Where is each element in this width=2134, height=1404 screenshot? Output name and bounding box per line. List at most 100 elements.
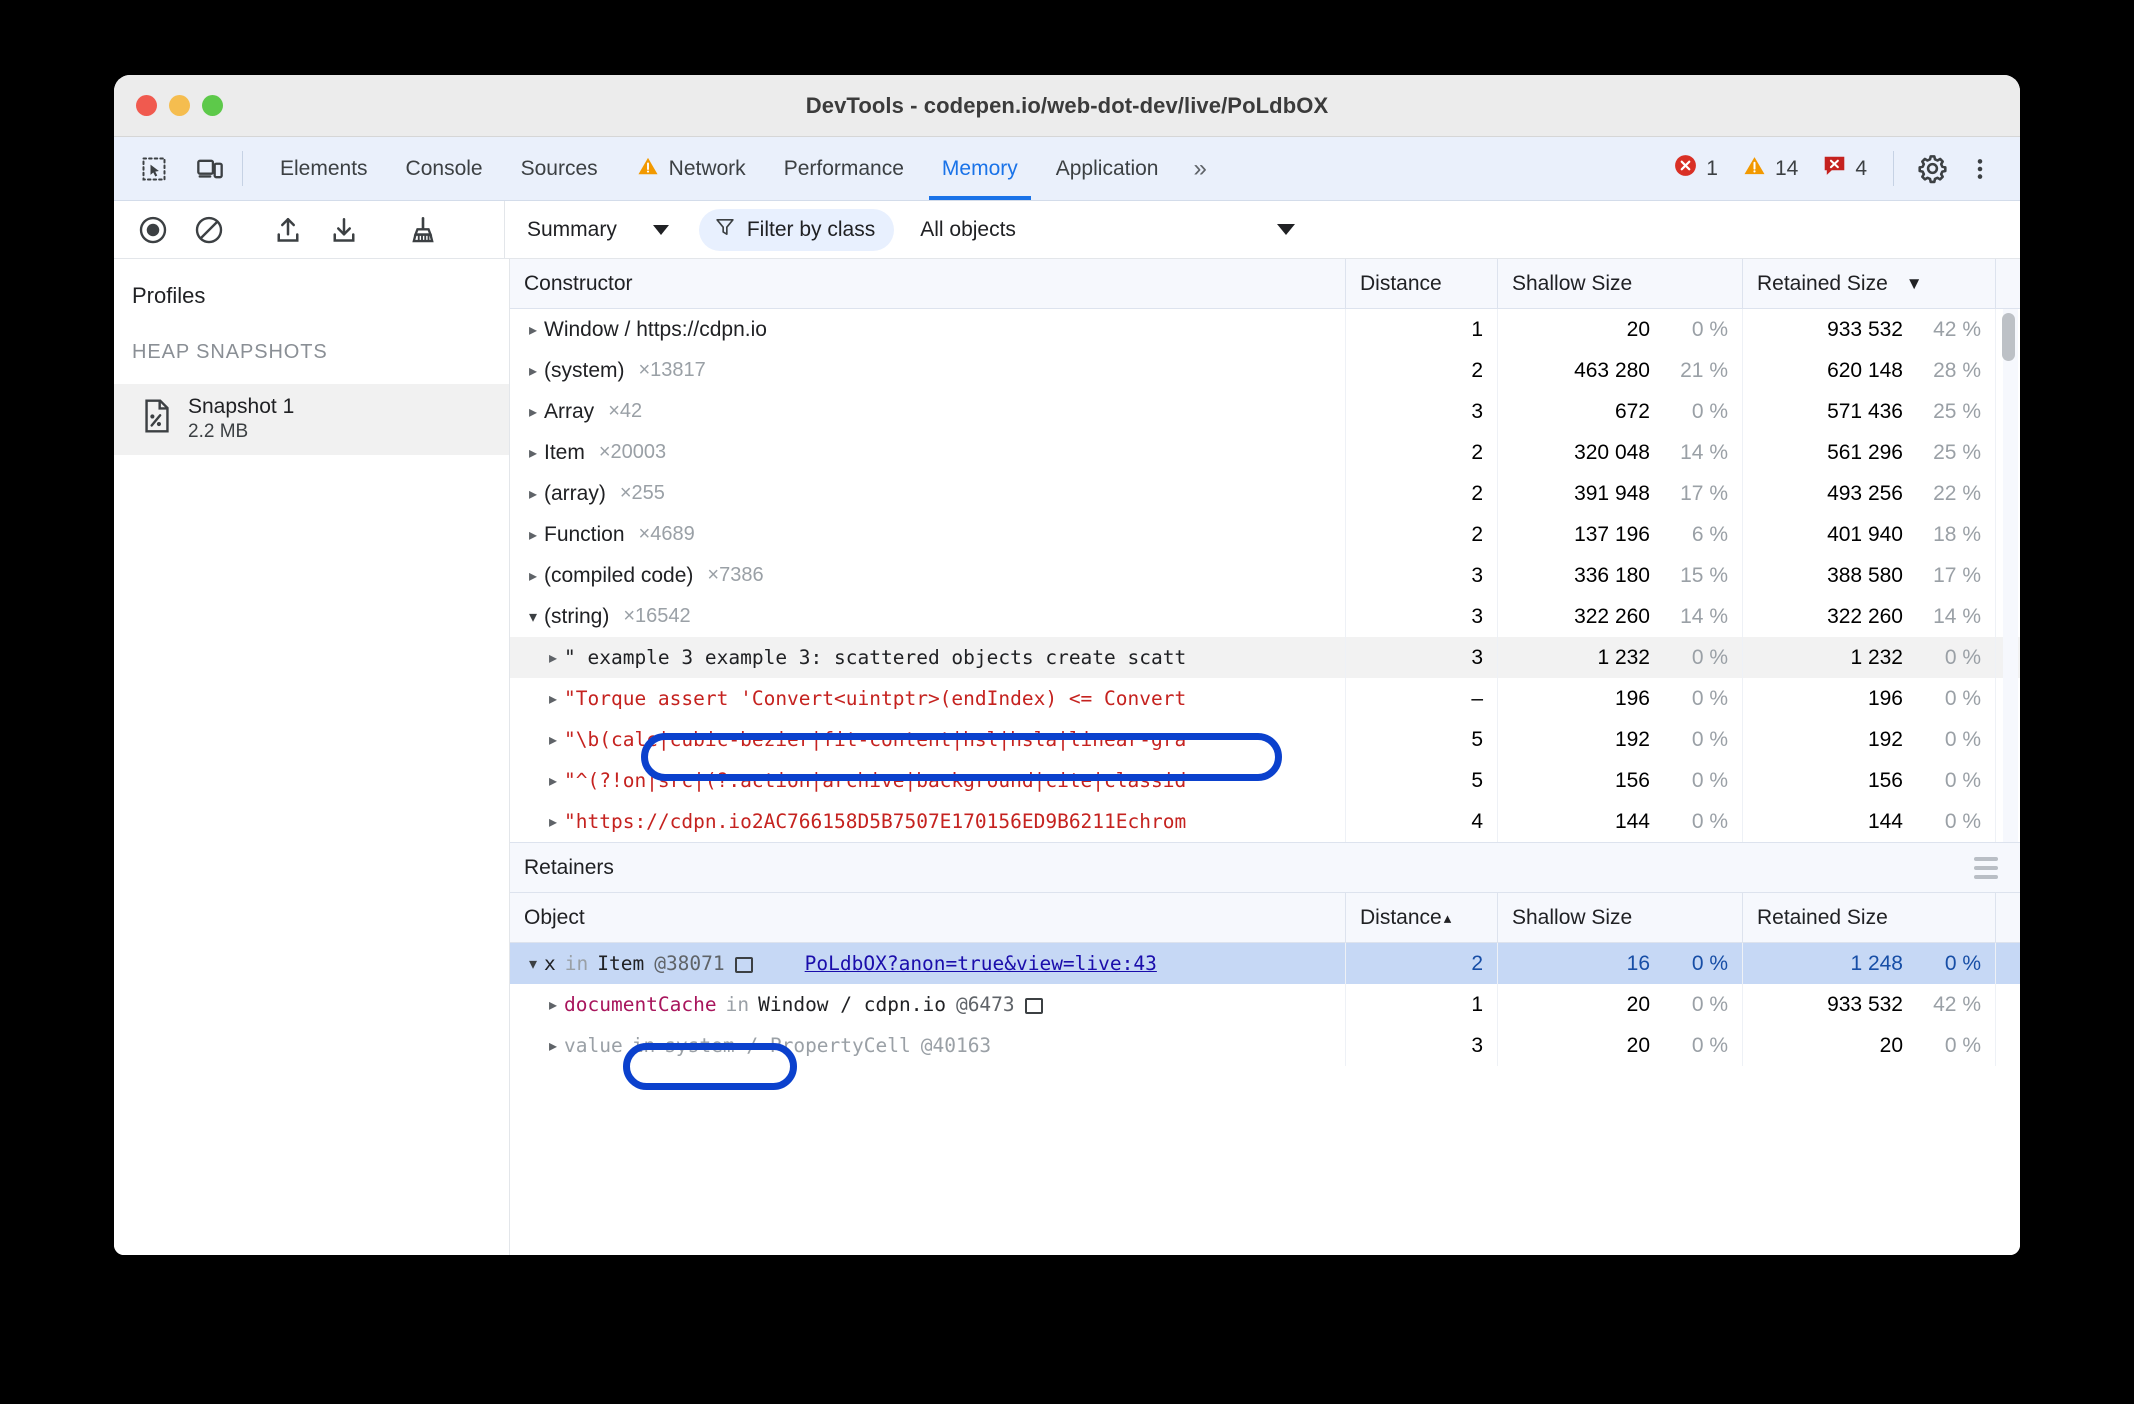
retainer-distance-cell: 3 xyxy=(1346,1025,1498,1066)
broom-icon[interactable] xyxy=(398,207,448,253)
column-header-retainer-retained-size[interactable]: Retained Size xyxy=(1743,893,1996,942)
chevron-right-icon[interactable]: ▸ xyxy=(542,730,564,750)
constructor-row[interactable]: ▸ "^(?!on|src|(?:action|archive|backgroun… xyxy=(510,760,2020,801)
column-header-distance[interactable]: Distance xyxy=(1346,259,1498,308)
constructor-row[interactable]: ▸ "https://cdpn.io2AC766158D5B7507E170156… xyxy=(510,801,2020,842)
constructor-row[interactable]: ▸ "\b(calc|cubic-bezier|fit-content|hsl|h… xyxy=(510,719,2020,760)
chevron-right-icon[interactable]: ▸ xyxy=(522,484,544,504)
device-toolbar-icon[interactable] xyxy=(188,147,232,191)
object-filter-chevron-down-icon[interactable] xyxy=(1277,224,1295,235)
retainer-row[interactable]: ▸ value in system / PropertyCell @40163 3 20 0 … xyxy=(510,1025,2020,1066)
constructor-row[interactable]: ▸ Window / https://cdpn.io 1 20 0 % 933 532 42… xyxy=(510,309,2020,350)
chevron-right-icon[interactable]: ▸ xyxy=(542,771,564,791)
constructor-name-cell[interactable]: ▸ "\b(calc|cubic-bezier|fit-content|hsl|h… xyxy=(510,719,1346,760)
tabstrip-tool-icons xyxy=(114,137,232,200)
constructor-row[interactable]: ▸ "Torque assert 'Convert<uintptr>(endInd… xyxy=(510,678,2020,719)
view-mode-select[interactable]: Summary xyxy=(519,218,677,242)
record-circle-icon[interactable] xyxy=(128,207,178,253)
constructor-row[interactable]: ▸ Item ×20003 2 320 048 14 % 561 296 25 % xyxy=(510,432,2020,473)
chevron-right-icon[interactable]: ▸ xyxy=(522,525,544,545)
filter-by-class-input[interactable]: Filter by class xyxy=(698,208,895,251)
constructor-name-cell[interactable]: ▸ "https://cdpn.io2AC766158D5B7507E170156… xyxy=(510,801,1346,842)
clear-prohibited-icon[interactable] xyxy=(184,207,234,253)
constructor-name-cell[interactable]: ▸ (compiled code) ×7386 xyxy=(510,555,1346,596)
chevron-down-icon[interactable]: ▾ xyxy=(522,607,544,627)
retainer-retained-size-percent: 0 % xyxy=(1944,1033,1981,1057)
constructor-name-cell[interactable]: ▸ Array ×42 xyxy=(510,391,1346,432)
chevron-right-icon[interactable]: ▸ xyxy=(522,443,544,463)
constructor-name-cell[interactable]: ▸ "Torque assert 'Convert<uintptr>(endInd… xyxy=(510,678,1346,719)
scrollbar-thumb[interactable] xyxy=(2002,313,2015,361)
constructor-name-cell[interactable]: ▾ (string) ×16542 xyxy=(510,596,1346,637)
chevron-right-icon[interactable]: ▸ xyxy=(522,402,544,422)
chevron-right-icon[interactable]: ▸ xyxy=(542,812,564,832)
retainer-object-cell[interactable]: ▸ value in system / PropertyCell @40163 xyxy=(510,1025,1346,1066)
constructor-row[interactable]: ▸ Array ×42 3 672 0 % 571 436 25 % xyxy=(510,391,2020,432)
gear-icon[interactable] xyxy=(1910,147,1954,191)
column-header-retainer-distance[interactable]: Distance ▴ xyxy=(1346,893,1498,942)
constructor-name-cell[interactable]: ▸ " example 3 example 3: scattered object… xyxy=(510,637,1346,678)
retained-size-cell: 620 148 28 % xyxy=(1743,350,1996,391)
object-filter-select[interactable]: All objects xyxy=(920,218,1016,242)
constructor-name-cell[interactable]: ▸ (system) ×13817 xyxy=(510,350,1346,391)
tab-performance[interactable]: Performance xyxy=(765,137,923,200)
chevron-down-icon[interactable]: ▾ xyxy=(522,954,544,974)
column-header-constructor[interactable]: Constructor xyxy=(510,259,1346,308)
chevron-right-icon[interactable]: ▸ xyxy=(542,648,564,668)
constructor-name-cell[interactable]: ▸ Item ×20003 xyxy=(510,432,1346,473)
download-arrow-icon[interactable] xyxy=(319,207,369,253)
constructor-row[interactable]: ▾ (string) ×16542 3 322 260 14 % 322 260 14 % xyxy=(510,596,2020,637)
chevron-right-icon[interactable]: ▸ xyxy=(542,1036,564,1056)
chevron-right-icon[interactable]: ▸ xyxy=(522,566,544,586)
more-tabs-chevron-icon[interactable]: » xyxy=(1177,137,1222,200)
tab-network[interactable]: Network xyxy=(617,137,765,200)
chevron-right-icon[interactable]: ▸ xyxy=(542,689,564,709)
constructor-row[interactable]: ▸ (system) ×13817 2 463 280 21 % 620 148 28 % xyxy=(510,350,2020,391)
constructor-row[interactable]: ▸ (array) ×255 2 391 948 17 % 493 256 22 % xyxy=(510,473,2020,514)
upload-arrow-icon[interactable] xyxy=(263,207,313,253)
chevron-right-icon[interactable]: ▸ xyxy=(522,361,544,381)
retainer-retained-size-cell: 1 248 0 % xyxy=(1743,943,1996,984)
retainer-object-cell[interactable]: ▸ documentCache in Window / cdpn.io @6473 xyxy=(510,984,1346,1025)
column-header-shallow-size[interactable]: Shallow Size xyxy=(1498,259,1743,308)
constructor-name-cell[interactable]: ▸ "^(?!on|src|(?:action|archive|backgroun… xyxy=(510,760,1346,801)
constructor-grid-scrollbar[interactable] xyxy=(2002,309,2018,842)
tab-application[interactable]: Application xyxy=(1037,137,1178,200)
tab-memory[interactable]: Memory xyxy=(923,137,1037,200)
constructor-name-cell[interactable]: ▸ (array) ×255 xyxy=(510,473,1346,514)
tab-sources[interactable]: Sources xyxy=(502,137,617,200)
tab-console[interactable]: Console xyxy=(387,137,502,200)
distance-value: 3 xyxy=(1471,645,1483,669)
status-badge-issues[interactable]: 4 xyxy=(1812,153,1877,184)
constructor-name-cell[interactable]: ▸ Window / https://cdpn.io xyxy=(510,309,1346,350)
distance-value: 2 xyxy=(1471,358,1483,382)
inspect-element-icon[interactable] xyxy=(132,147,176,191)
tab-label: Sources xyxy=(520,156,598,180)
retained-size-percent: 14 % xyxy=(1933,604,1981,628)
chevron-right-icon[interactable]: ▸ xyxy=(542,995,564,1015)
status-badge-warnings[interactable]: 14 xyxy=(1732,154,1808,183)
retainer-row[interactable]: ▸ documentCache in Window / cdpn.io @6473 1 20… xyxy=(510,984,2020,1025)
reveal-in-elements-icon[interactable] xyxy=(734,956,753,973)
status-badge-errors[interactable]: 1 xyxy=(1663,153,1728,184)
column-header-object[interactable]: Object xyxy=(510,893,1346,942)
constructor-row[interactable]: ▸ (compiled code) ×7386 3 336 180 15 % 388 580… xyxy=(510,555,2020,596)
reveal-in-elements-icon[interactable] xyxy=(1024,997,1043,1014)
constructor-name-cell[interactable]: ▸ Function ×4689 xyxy=(510,514,1346,555)
retainer-object-cell[interactable]: ▾ x in Item @38071 PoLdbOX?anon=true&view=liv… xyxy=(510,943,1346,984)
column-header-retainer-shallow-size[interactable]: Shallow Size xyxy=(1498,893,1743,942)
constructor-row[interactable]: ▸ " example 3 example 3: scattered object… xyxy=(510,637,2020,678)
chevron-right-icon[interactable]: ▸ xyxy=(522,320,544,340)
column-header-label: Constructor xyxy=(524,271,633,295)
kebab-menu-icon[interactable] xyxy=(1958,147,2002,191)
constructor-label: "\b(calc|cubic-bezier|fit-content|hsl|hs… xyxy=(564,728,1187,751)
retained-size-percent: 42 % xyxy=(1933,317,1981,341)
retainer-source-link[interactable]: PoLdbOX?anon=true&view=live:43 xyxy=(805,952,1157,975)
constructor-row[interactable]: ▸ Function ×4689 2 137 196 6 % 401 940 18 % xyxy=(510,514,2020,555)
column-header-retained-size[interactable]: Retained Size ▼ xyxy=(1743,259,1996,308)
hamburger-menu-icon[interactable] xyxy=(1974,856,1998,879)
tab-elements[interactable]: Elements xyxy=(261,137,387,200)
sidebar-item-snapshot-1[interactable]: Snapshot 1 2.2 MB xyxy=(114,384,509,455)
instance-count: ×255 xyxy=(619,482,665,504)
retainer-row[interactable]: ▾ x in Item @38071 PoLdbOX?anon=true&view=liv… xyxy=(510,943,2020,984)
